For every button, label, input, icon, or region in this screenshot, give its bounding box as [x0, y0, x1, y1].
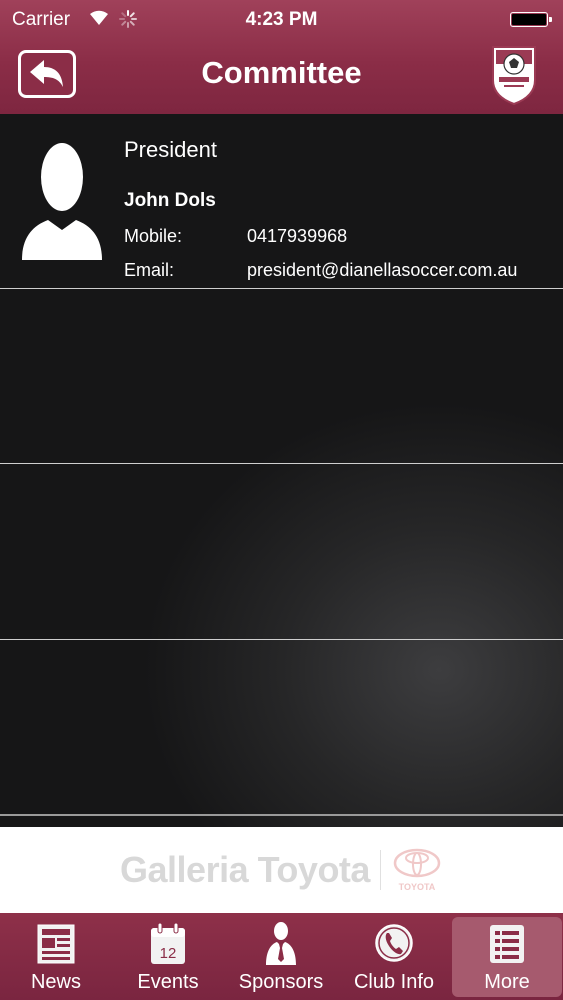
- sponsor-name: Galleria Toyota: [120, 849, 370, 890]
- email-link[interactable]: president@dianellasoccer.com.au: [247, 260, 517, 281]
- mobile-label: Mobile:: [124, 226, 183, 246]
- mobile-number-link[interactable]: 0417939968: [247, 226, 347, 247]
- committee-member-row[interactable]: President John Dols Mobile: 0417939968 E…: [0, 114, 563, 289]
- tab-events[interactable]: 12 Events: [112, 913, 224, 1000]
- tab-label: Sponsors: [238, 971, 324, 993]
- tab-club-info[interactable]: Club Info: [338, 913, 450, 1000]
- battery-icon: [510, 12, 552, 27]
- tab-label: Events: [137, 971, 199, 993]
- club-crest-icon: [492, 46, 536, 106]
- calendar-badge-number: 12: [160, 945, 177, 962]
- email-label: Email:: [124, 260, 175, 280]
- tab-label: Club Info: [353, 971, 435, 993]
- phone-icon: [375, 924, 413, 962]
- tab-label: More: [484, 971, 530, 993]
- top-bar: Carrier 4:23 PM Committee: [0, 0, 563, 114]
- person-placeholder-icon: [22, 143, 102, 260]
- tab-news[interactable]: News: [0, 913, 112, 1000]
- tab-label: News: [30, 971, 81, 993]
- tab-more[interactable]: More: [452, 917, 562, 997]
- empty-row: [0, 289, 563, 464]
- status-bar: Carrier 4:23 PM: [0, 0, 563, 40]
- person-suit-icon: [266, 922, 296, 965]
- newspaper-icon: [37, 924, 75, 964]
- sponsor-banner[interactable]: Galleria Toyota TOYOTA: [0, 827, 563, 913]
- member-name: John Dols: [124, 190, 216, 211]
- tab-bar: News 12 Events Sponsors Club Info More: [0, 913, 563, 1000]
- list-icon: [490, 925, 524, 963]
- empty-row: [0, 640, 563, 816]
- page-title: Committee: [201, 55, 362, 90]
- sponsor-divider: [379, 850, 381, 890]
- committee-list: President John Dols Mobile: 0417939968 E…: [0, 114, 563, 827]
- status-time: 4:23 PM: [245, 9, 318, 30]
- member-role: President: [124, 137, 217, 162]
- tab-sponsors[interactable]: Sponsors: [224, 913, 338, 1000]
- empty-row: [0, 464, 563, 640]
- calendar-icon: 12: [151, 922, 185, 964]
- sponsor-logo-text: TOYOTA: [398, 882, 436, 892]
- toyota-logo-icon: TOYOTA: [391, 848, 443, 892]
